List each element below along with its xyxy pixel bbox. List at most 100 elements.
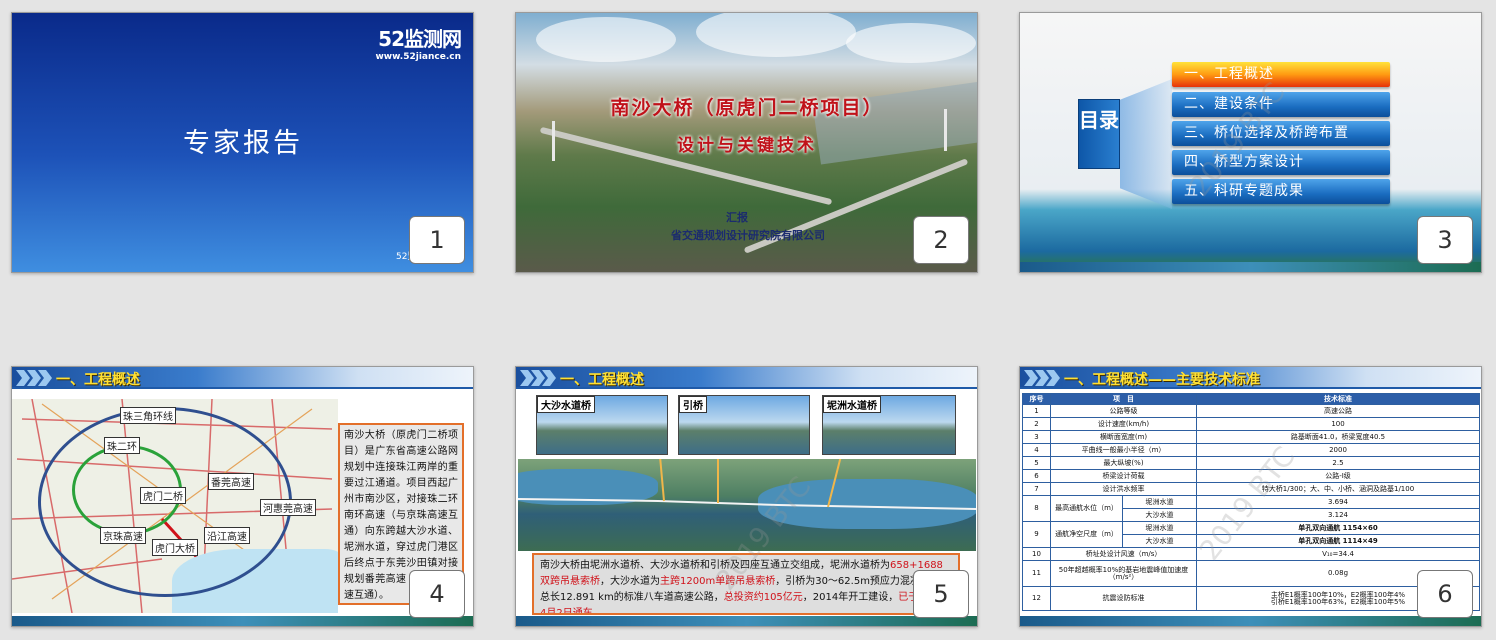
chevron-arrows-icon (520, 370, 556, 386)
table-row: 8 最高通航水位（m） 坭洲水道 3.694 (1022, 495, 1480, 522)
table-cell: V₁₀=34.4 (1196, 547, 1480, 561)
table-row: 5 最大纵坡(%) 2.5 (1022, 456, 1480, 470)
map-label: 沿江高速 (204, 527, 250, 544)
slide-header-title: 一、工程概述 (560, 372, 644, 388)
chevron-arrows-icon (1024, 370, 1060, 386)
text-highlight: 主跨1200m单跨吊悬索桥 (660, 576, 776, 587)
map-label: 河惠莞高速 (260, 499, 316, 516)
toc-item-3: 三、桥位选择及桥跨布置 (1172, 121, 1390, 146)
table-cell: 50年超越概率10%的基岩地震峰值加速度（m/s²） (1050, 560, 1197, 587)
slide-header-title: 一、工程概述 (56, 372, 140, 388)
logo-text: 52监测网 (378, 27, 462, 51)
slide-thumbnail-5[interactable]: 一、工程概述 大沙水道桥 引桥 坭洲水道桥 南沙大桥由坭洲水道桥、大沙水道桥和引… (515, 366, 978, 627)
table-cell: 平曲线一般最小半径（m） (1050, 443, 1197, 457)
slide-header: 一、工程概述 (12, 367, 473, 389)
site-logo: 52监测网 www.52jiance.cn (375, 23, 462, 62)
slide-subtitle: 设计与关键技术 (677, 136, 817, 156)
photo-caption: 坭洲水道桥 (823, 396, 881, 413)
tech-standards-table: 序号 项 目 技术标准 1 公路等级 高速公路 2 设计速度(km/h) 100 3 横断… (1022, 393, 1480, 611)
table-cell: 5 (1022, 456, 1051, 470)
table-cell: 公路等级 (1050, 404, 1197, 418)
table-header: 序号 (1022, 393, 1051, 405)
slide-footer-band (1020, 616, 1481, 626)
table-row: 3 横断面宽度(m) 路基断面41.0，桥梁宽度40.5 (1022, 430, 1480, 444)
table-header: 技术标准 (1196, 393, 1480, 405)
table-cell: 1 (1022, 404, 1051, 418)
toc-item-4: 四、桥型方案设计 (1172, 150, 1390, 175)
text-segment: ，2014年开工建设， (802, 592, 899, 603)
slide-footer-band (1020, 262, 1481, 272)
slide-number-badge: 5 (913, 570, 969, 618)
table-cell: 坭洲水道 (1122, 521, 1197, 535)
table-cell: 11 (1022, 560, 1051, 587)
slide-title: 专家报告 (183, 128, 303, 159)
slide-number-badge: 1 (409, 216, 465, 264)
table-cell: 设计速度(km/h) (1050, 417, 1197, 431)
table-row: 9 通航净空尺度（m） 坭洲水道 单孔双向通航 1154×60 (1022, 521, 1480, 548)
table-cell: 7 (1022, 482, 1051, 496)
table-cell: 2 (1022, 417, 1051, 431)
slide-thumbnail-1[interactable]: 52监测网 www.52jiance.cn 专家报告 52监 1 (11, 12, 474, 273)
photo-nizhou-bridge: 坭洲水道桥 (822, 395, 956, 455)
organization: 省交通规划设计研究院有限公司 (671, 229, 825, 242)
table-row: 11 50年超越概率10%的基岩地震峰值加速度（m/s²） 0.08g (1022, 560, 1480, 587)
text-segment: 南沙大桥由坭洲水道桥、大沙水道桥和引桥及四座互通立交组成，坭洲水道桥为 (540, 560, 890, 571)
description-text: 南沙大桥由坭洲水道桥、大沙水道桥和引桥及四座互通立交组成，坭洲水道桥为658+1… (532, 553, 960, 615)
table-cell: 公路-I级 (1196, 469, 1480, 483)
slide-header-title: 一、工程概述——主要技术标准 (1064, 372, 1260, 388)
table-cell: 高速公路 (1196, 404, 1480, 418)
table-header: 项 目 (1050, 393, 1197, 405)
table-cell: 8 (1022, 495, 1051, 522)
table-cell: 单孔双向通航 1154×60 (1196, 521, 1480, 535)
photo-approach-bridge: 引桥 (678, 395, 810, 455)
table-cell: 6 (1022, 469, 1051, 483)
table-cell: 大沙水道 (1122, 508, 1197, 522)
text-highlight: 总投资约105亿元 (723, 592, 803, 603)
toc-item-1: 一、工程概述 (1172, 62, 1390, 87)
table-row: 2 设计速度(km/h) 100 (1022, 417, 1480, 431)
map-label: 珠二环 (104, 437, 140, 454)
slide-thumbnail-2[interactable]: 南沙大桥（原虎门二桥项目） 设计与关键技术 汇报 省交通规划设计研究院有限公司 … (515, 12, 978, 273)
table-cell: 3 (1022, 430, 1051, 444)
chevron-arrows-icon (16, 370, 52, 386)
table-cell: 2.5 (1196, 456, 1480, 470)
table-cell: 9 (1022, 521, 1051, 548)
slide-footer-band (516, 616, 977, 626)
table-row: 6 桥梁设计荷载 公路-I级 (1022, 469, 1480, 483)
table-cell: 4 (1022, 443, 1051, 457)
table-cell: 100 (1196, 417, 1480, 431)
table-cell: 横断面宽度(m) (1050, 430, 1197, 444)
table-cell: 桥址处设计风速（m/s） (1050, 547, 1197, 561)
slide-thumbnail-4[interactable]: 一、工程概述 珠三角环线 珠二环 虎门二桥 番莞高速 河惠莞高速 京珠高速 虎门… (11, 366, 474, 627)
table-cell: 通航净空尺度（m） (1050, 521, 1123, 548)
table-row: 10 桥址处设计风速（m/s） V₁₀=34.4 (1022, 547, 1480, 561)
table-cell: 桥梁设计荷载 (1050, 469, 1197, 483)
table-cell: 最大纵坡(%) (1050, 456, 1197, 470)
table-row: 1 公路等级 高速公路 (1022, 404, 1480, 418)
map-label: 虎门二桥 (140, 487, 186, 504)
table-cell: 坭洲水道 (1122, 495, 1197, 509)
table-cell: 3.694 (1196, 495, 1480, 509)
bridge-route-line (518, 459, 976, 510)
slide-title: 南沙大桥（原虎门二桥项目） (610, 97, 884, 119)
photo-caption: 引桥 (679, 396, 707, 413)
aerial-photo (518, 459, 976, 551)
slide-thumbnail-3[interactable]: 目录 一、工程概述 二、建设条件 三、桥位选择及桥跨布置 四、桥型方案设计 五、… (1019, 12, 1482, 273)
table-cell: 3.124 (1196, 508, 1480, 522)
table-cell: 特大桥1/300；大、中、小桥、涵洞及路基1/100 (1196, 482, 1480, 496)
toc-label: 目录 (1078, 99, 1120, 169)
table-cell: 设计洪水频率 (1050, 482, 1197, 496)
table-cell: 2000 (1196, 443, 1480, 457)
toc-connector (1120, 79, 1172, 209)
photo-dasha-bridge: 大沙水道桥 (536, 395, 668, 455)
table-cell: 10 (1022, 547, 1051, 561)
slide-thumbnail-6[interactable]: 一、工程概述——主要技术标准 序号 项 目 技术标准 1 公路等级 高速公路 2 设计… (1019, 366, 1482, 627)
slide-number-badge: 3 (1417, 216, 1473, 264)
table-cell: 单孔双向通航 1114×49 (1196, 534, 1480, 548)
slide-number-badge: 2 (913, 216, 969, 264)
map-label: 京珠高速 (100, 527, 146, 544)
cloud-shape (696, 13, 856, 57)
slide-number-badge: 6 (1417, 570, 1473, 618)
slide-header: 一、工程概述 (516, 367, 977, 389)
table-row: 7 设计洪水频率 特大桥1/300；大、中、小桥、涵洞及路基1/100 (1022, 482, 1480, 496)
